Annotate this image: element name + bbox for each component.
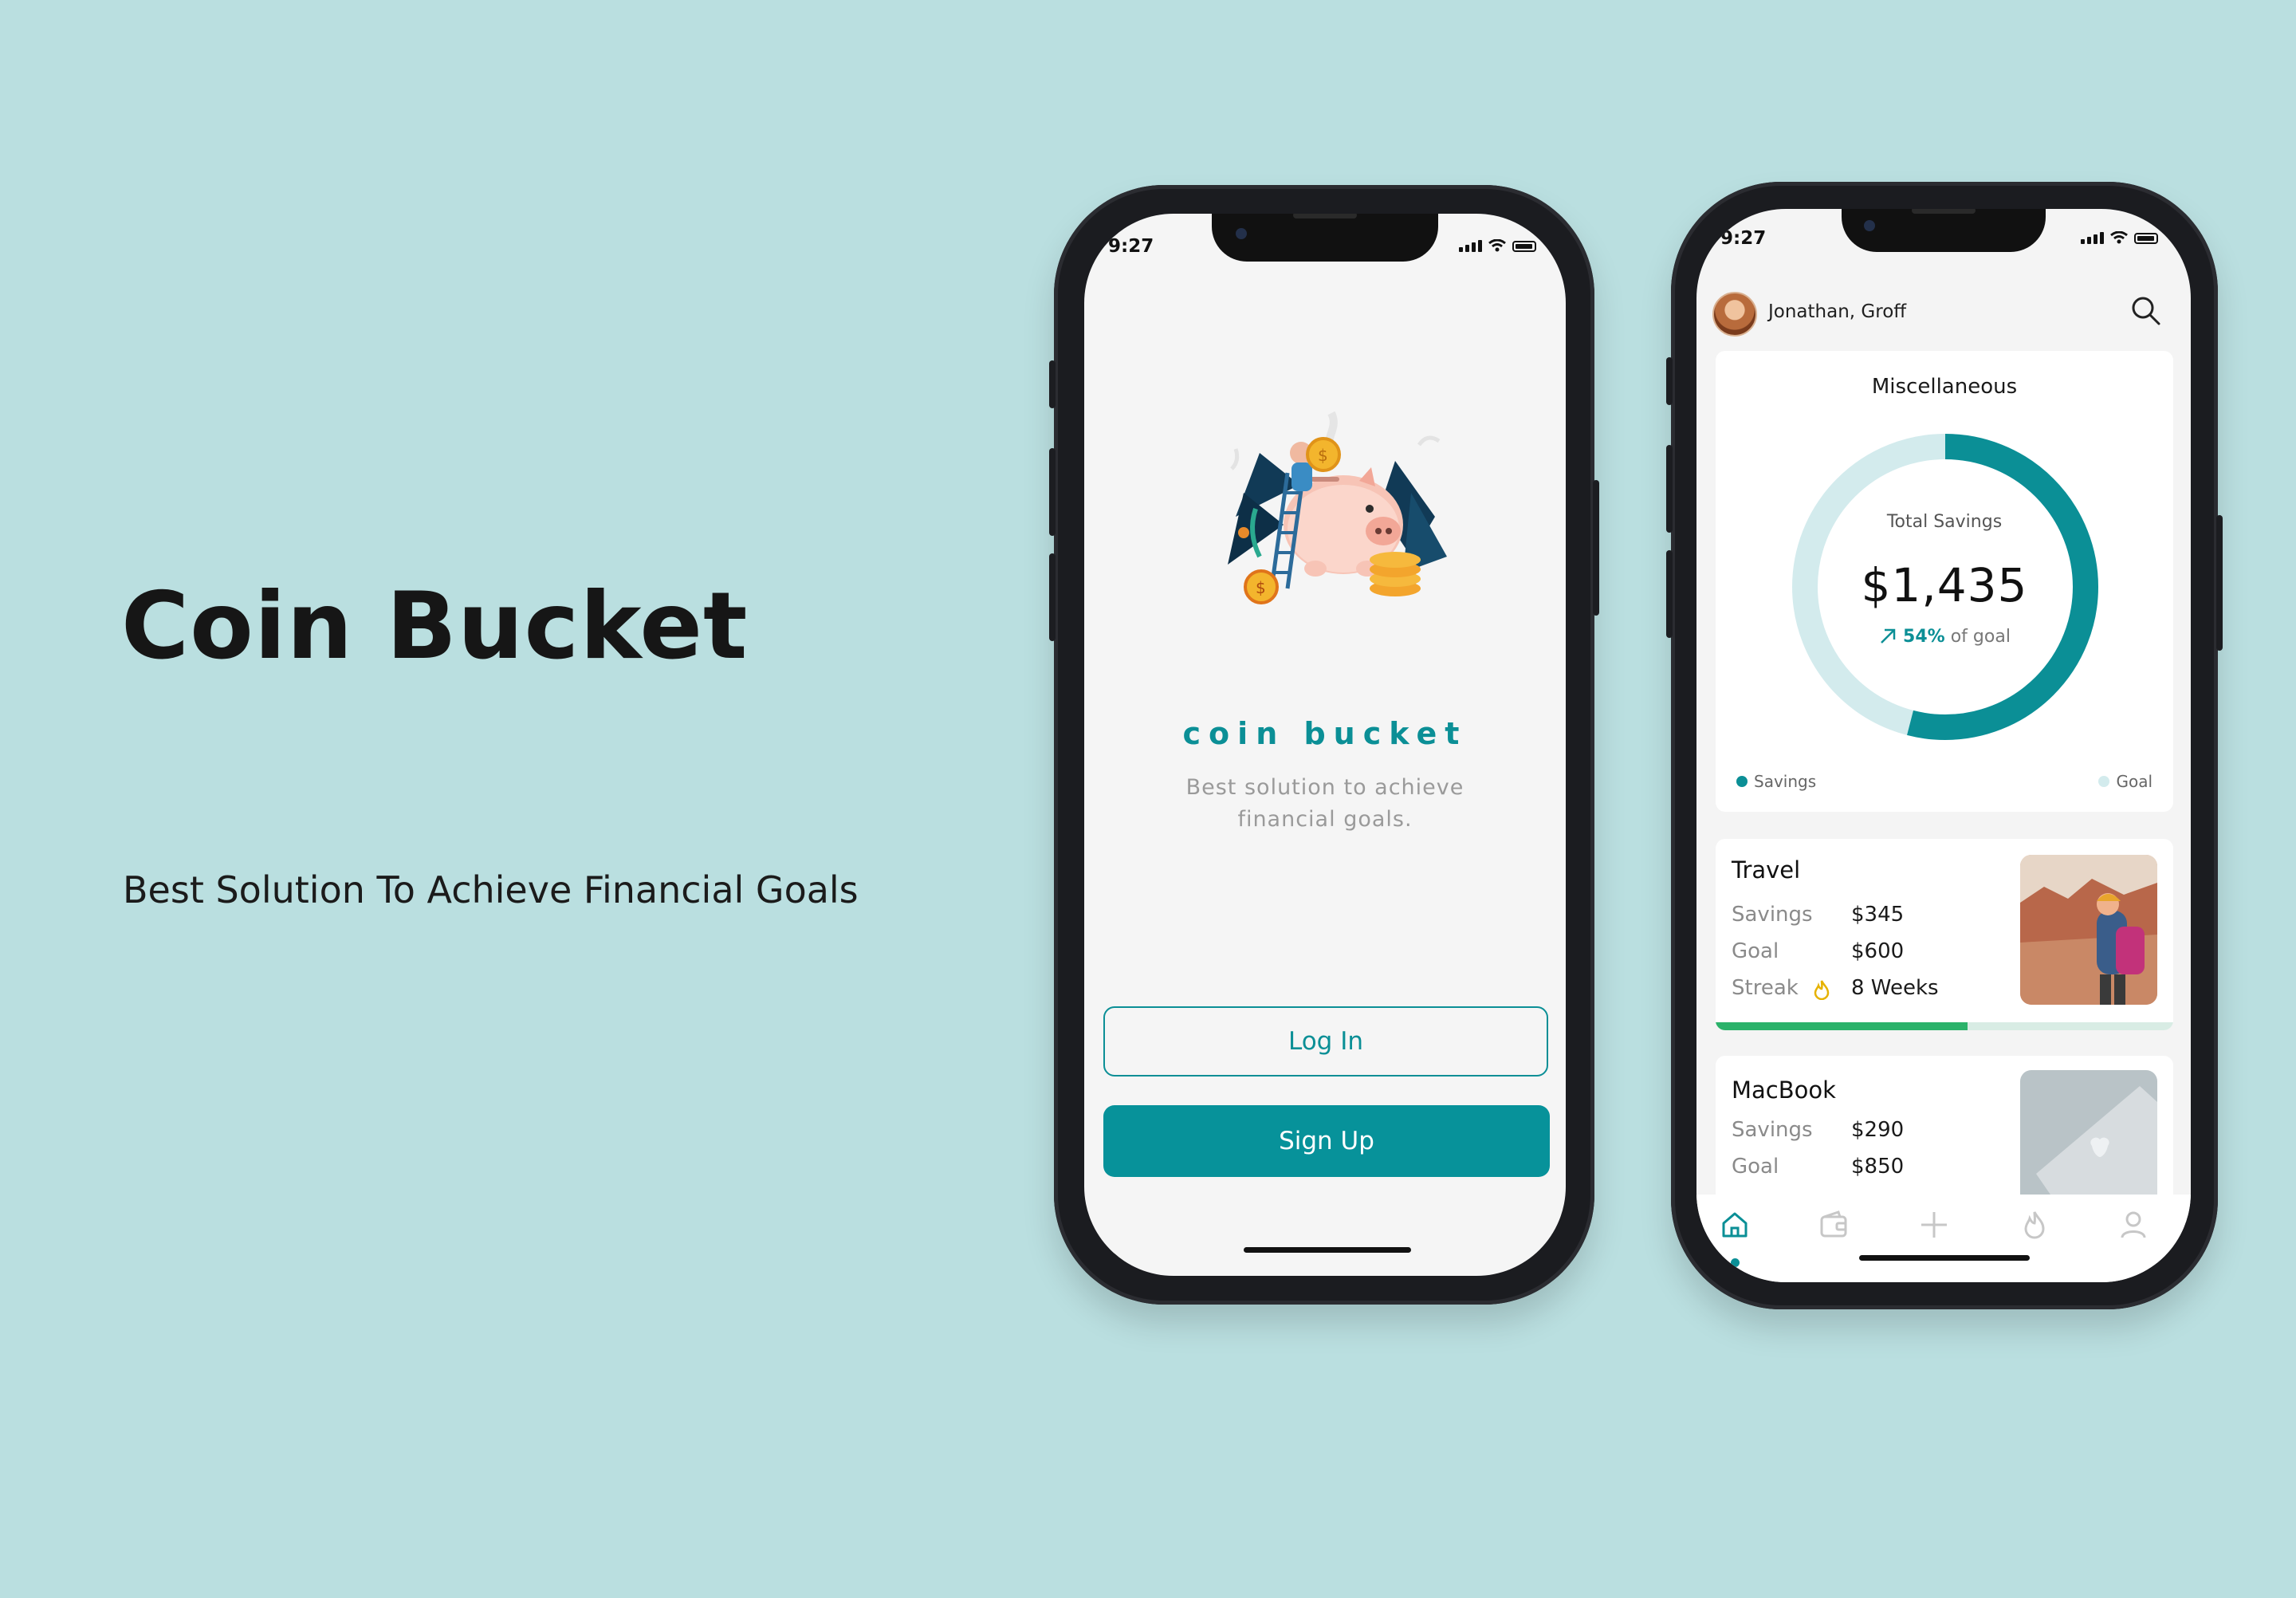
flame-icon: [1814, 980, 1830, 1000]
phone-dashboard: 9:27 Jonathan, Groff Miscellaneous Total…: [1666, 182, 2223, 1309]
goal-percentage-value: 54%: [1903, 627, 1945, 647]
wifi-icon: [2110, 231, 2128, 244]
legend-goal-dot: [2098, 776, 2110, 787]
legend-goal-label: Goal: [2116, 772, 2152, 791]
avatar[interactable]: [1712, 292, 1757, 337]
tab-wallet[interactable]: [1811, 1202, 1856, 1247]
status-time: 9:27: [1720, 228, 1767, 249]
tagline: Best solution to achieve financial goals…: [1185, 775, 1464, 832]
tab-streaks[interactable]: [2012, 1202, 2057, 1247]
tab-add[interactable]: [1912, 1202, 1956, 1247]
hero-title: Coin Bucket: [121, 573, 749, 680]
goal-percentage: 54% of goal: [1716, 627, 2173, 647]
trend-up-icon: [1881, 628, 1896, 644]
side-button: [1049, 360, 1056, 408]
side-button: [1666, 357, 1673, 405]
home-indicator[interactable]: [1859, 1255, 2030, 1261]
savings-label: Savings: [1732, 903, 1813, 927]
battery-icon: [2134, 233, 2158, 244]
savings-value: $345: [1851, 903, 1905, 927]
goal-title: MacBook: [1732, 1076, 1836, 1104]
search-icon[interactable]: [2129, 293, 2164, 329]
home-indicator[interactable]: [1244, 1247, 1411, 1253]
hero-subtitle: Best Solution To Achieve Financial Goals: [123, 868, 859, 911]
home-icon: [1722, 1212, 1748, 1238]
power-button: [1593, 480, 1599, 616]
volume-down-button: [1666, 550, 1673, 638]
tab-profile[interactable]: [2111, 1202, 2156, 1247]
phone-welcome: 9:27 $ $ coin bucket Best solution to ac…: [1049, 185, 1599, 1305]
goal-progress-bar: [1716, 1022, 2173, 1030]
welcome-screen: 9:27 $ $ coin bucket Best solution to ac…: [1084, 214, 1566, 1276]
travel-photo: [2020, 855, 2157, 1005]
notch: [1842, 209, 2046, 252]
dashboard-screen: 9:27 Jonathan, Groff Miscellaneous Total…: [1696, 209, 2191, 1282]
svg-text:$: $: [1318, 446, 1328, 465]
goal-percentage-suffix: of goal: [1950, 627, 2011, 647]
plus-icon: [1921, 1212, 1947, 1238]
active-tab-dot: [1731, 1258, 1740, 1267]
volume-down-button: [1049, 553, 1056, 641]
savings-summary-card[interactable]: Miscellaneous Total Savings $1,435 54% o…: [1716, 351, 2173, 812]
user-name: Jonathan, Groff: [1768, 301, 1907, 322]
legend-savings-label: Savings: [1754, 772, 1817, 791]
volume-up-button: [1049, 448, 1056, 536]
streak-value: 8 Weeks: [1851, 976, 1939, 1000]
goal-label: Goal: [1732, 939, 1779, 963]
svg-text:$: $: [1256, 578, 1266, 597]
legend-savings: Savings: [1736, 772, 1816, 791]
battery-icon: [1512, 241, 1536, 252]
goal-title: Travel: [1732, 856, 1801, 884]
status-time: 9:27: [1108, 236, 1154, 257]
signal-icon: [1459, 240, 1482, 252]
goal-card-travel[interactable]: Travel Savings $345 Goal $600 Streak 8 W…: [1716, 839, 2173, 1030]
tab-home[interactable]: [1712, 1202, 1757, 1247]
total-savings-label: Total Savings: [1886, 512, 2003, 532]
status-icons: [1459, 239, 1536, 252]
flame-icon: [2024, 1211, 2045, 1239]
savings-label: Savings: [1732, 1118, 1813, 1142]
notch: [1212, 214, 1438, 262]
goal-label: Goal: [1732, 1155, 1779, 1179]
bottom-tab-bar: [1696, 1195, 2191, 1282]
power-button: [2216, 515, 2223, 651]
volume-up-button: [1666, 445, 1673, 533]
signal-icon: [2081, 232, 2104, 244]
total-savings-value: $1,435: [1861, 558, 2028, 612]
status-icons: [2081, 231, 2158, 244]
goal-progress-fill: [1716, 1022, 1968, 1030]
wifi-icon: [1488, 239, 1506, 252]
summary-title: Miscellaneous: [1871, 375, 2018, 399]
wallet-icon: [1820, 1210, 1847, 1238]
legend-savings-dot: [1736, 776, 1748, 787]
goal-value: $850: [1851, 1155, 1905, 1179]
savings-value: $290: [1851, 1118, 1905, 1142]
piggy-bank-illustration: $ $: [1228, 411, 1447, 604]
profile-icon: [2121, 1211, 2146, 1238]
streak-label: Streak: [1732, 976, 1799, 1000]
goal-value: $600: [1851, 939, 1905, 963]
brand-name: coin bucket: [1182, 716, 1468, 751]
legend-goal: Goal: [2098, 772, 2152, 791]
signup-button[interactable]: Sign Up: [1103, 1105, 1550, 1177]
login-button[interactable]: Log In: [1103, 1006, 1548, 1076]
